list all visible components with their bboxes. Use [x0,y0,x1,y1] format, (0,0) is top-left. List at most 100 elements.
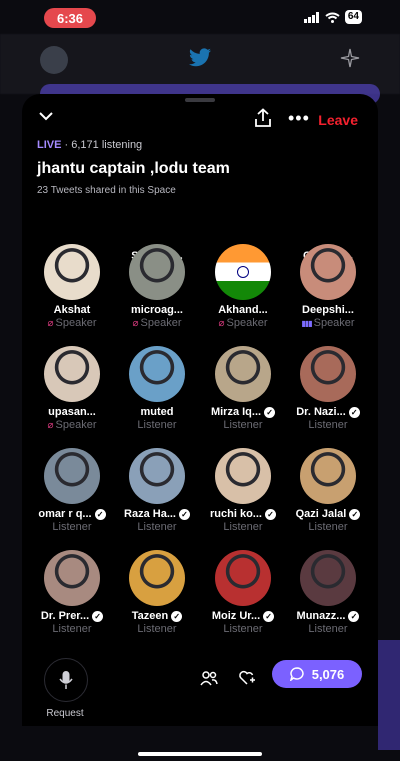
space-topbar: ••• Leave [22,108,378,132]
verified-badge-icon: ✓ [264,406,276,418]
participant-role: Listener [308,623,348,635]
participant-role-row: Listener [200,419,286,431]
avatar [215,346,271,402]
participant-card[interactable]: Akshat ⌀ Speaker [29,244,115,329]
heart-plus-icon[interactable] [238,670,256,686]
participant-name-row: microag... [114,304,200,316]
participant-card[interactable]: microag... ⌀ Speaker [114,244,200,329]
participant-role-row: Listener [200,521,286,533]
participant-name: Moiz Ur... [211,610,261,622]
participant-card[interactable]: Tazeen ✓ Listener [114,550,200,635]
mic-muted-icon: ⌀ [47,317,54,329]
more-options-icon[interactable]: ••• [288,109,310,127]
participant-card[interactable]: muted Listener [114,346,200,431]
sheet-grabber[interactable] [185,98,215,102]
participant-name: muted [140,406,174,418]
share-icon[interactable] [254,108,272,128]
background-glow [378,640,400,750]
status-bar: 6:36 64 [0,0,400,34]
participant-role-row: ▮▮▮ Speaker [285,317,371,329]
people-icon[interactable] [200,670,218,686]
participant-name-row: Akhand... [200,304,286,316]
participant-role: Listener [52,623,92,635]
participant-name: Dr. Nazi... [296,406,346,418]
home-indicator[interactable] [138,752,262,756]
background-avatar [40,46,68,74]
avatar [44,244,100,300]
participant-name: ruchi ko... [210,508,262,520]
mic-muted-icon: ⌀ [218,317,225,329]
participant-name: Dr. Prer... [40,610,90,622]
participant-role-row: Listener [29,521,115,533]
participant-role-row: Listener [29,623,115,635]
listener-count: 5,076 [311,666,345,682]
participant-name: Mirza Iq... [210,406,262,418]
participant-name: microag... [131,304,183,316]
participant-card[interactable]: Deepshi... ▮▮▮ Speaker [285,244,371,329]
participant-card[interactable]: Raza Ha... ✓ Listener [114,448,200,533]
space-sheet: ••• Leave LIVE · 6,171 listening jhantu … [22,94,378,726]
verified-badge-icon: ✓ [94,508,106,520]
comments-count-button[interactable]: 5,076 [272,660,362,688]
request-label: Request [46,708,84,719]
signal-icon [303,11,319,23]
participant-name-row: Moiz Ur... ✓ [200,610,286,622]
participant-name-row: muted [114,406,200,418]
participant-role: Listener [308,521,348,533]
participant-card[interactable]: Qazi Jalal ✓ Listener [285,448,371,533]
participant-role-row: Listener [114,419,200,431]
verified-badge-icon: ✓ [264,508,276,520]
verified-badge-icon: ✓ [349,508,361,520]
avatar [129,346,185,402]
participant-name: omar r q... [38,508,92,520]
participant-name-row: Munazz... ✓ [285,610,371,622]
participant-role: Speaker [226,317,268,329]
participant-role-row: ⌀Speaker [200,317,286,329]
participant-name-row: omar r q... ✓ [29,508,115,520]
avatar [44,346,100,402]
participant-role: Listener [223,521,263,533]
participant-role: Speaker [140,317,182,329]
mic-muted-icon: ⌀ [132,317,139,329]
participant-card[interactable]: Mirza Iq... ✓ Listener [200,346,286,431]
wifi-icon [325,12,340,23]
participant-card[interactable]: Akhand... ⌀ Speaker [200,244,286,329]
verified-badge-icon: ✓ [178,508,190,520]
twitter-bird-icon [189,48,211,67]
participant-role-row: Listener [285,419,371,431]
participant-card[interactable]: ruchi ko... ✓ Listener [200,448,286,533]
status-icons: 64 [303,10,362,24]
participant-name-row: Dr. Nazi... ✓ [285,406,371,418]
participant-card[interactable]: upasan... ⌀ Speaker [29,346,115,431]
participant-role: Listener [137,521,177,533]
participant-name-row: Dr. Prer... ✓ [29,610,115,622]
participant-card[interactable]: omar r q... ✓ Listener [29,448,115,533]
status-time: 6:36 [44,8,96,28]
chat-bubble-icon [289,667,304,681]
participant-name-row: Tazeen ✓ [114,610,200,622]
microphone-icon [59,671,73,689]
avatar [215,244,271,300]
verified-badge-icon: ✓ [171,610,183,622]
participant-name-row: upasan... [29,406,115,418]
leave-button[interactable]: Leave [318,112,358,128]
tweets-shared[interactable]: 23 Tweets shared in this Space [37,185,176,196]
participant-role-row: Listener [114,623,200,635]
chevron-down-icon[interactable] [38,110,54,122]
participant-role-row: ⌀Speaker [114,317,200,329]
participant-role: Listener [137,419,177,431]
request-button[interactable] [44,658,88,702]
participant-name-row: Mirza Iq... ✓ [200,406,286,418]
participant-name: Raza Ha... [124,508,176,520]
avatar [300,448,356,504]
participant-card[interactable]: Moiz Ur... ✓ Listener [200,550,286,635]
participant-card[interactable]: Dr. Nazi... ✓ Listener [285,346,371,431]
battery-indicator: 64 [344,10,362,24]
participant-role-row: Listener [285,623,371,635]
avatar [129,448,185,504]
participant-card[interactable]: Dr. Prer... ✓ Listener [29,550,115,635]
participant-card[interactable]: Munazz... ✓ Listener [285,550,371,635]
participant-name: Akhand... [218,304,268,316]
participant-name: Munazz... [296,610,346,622]
participant-name: upasan... [48,406,96,418]
